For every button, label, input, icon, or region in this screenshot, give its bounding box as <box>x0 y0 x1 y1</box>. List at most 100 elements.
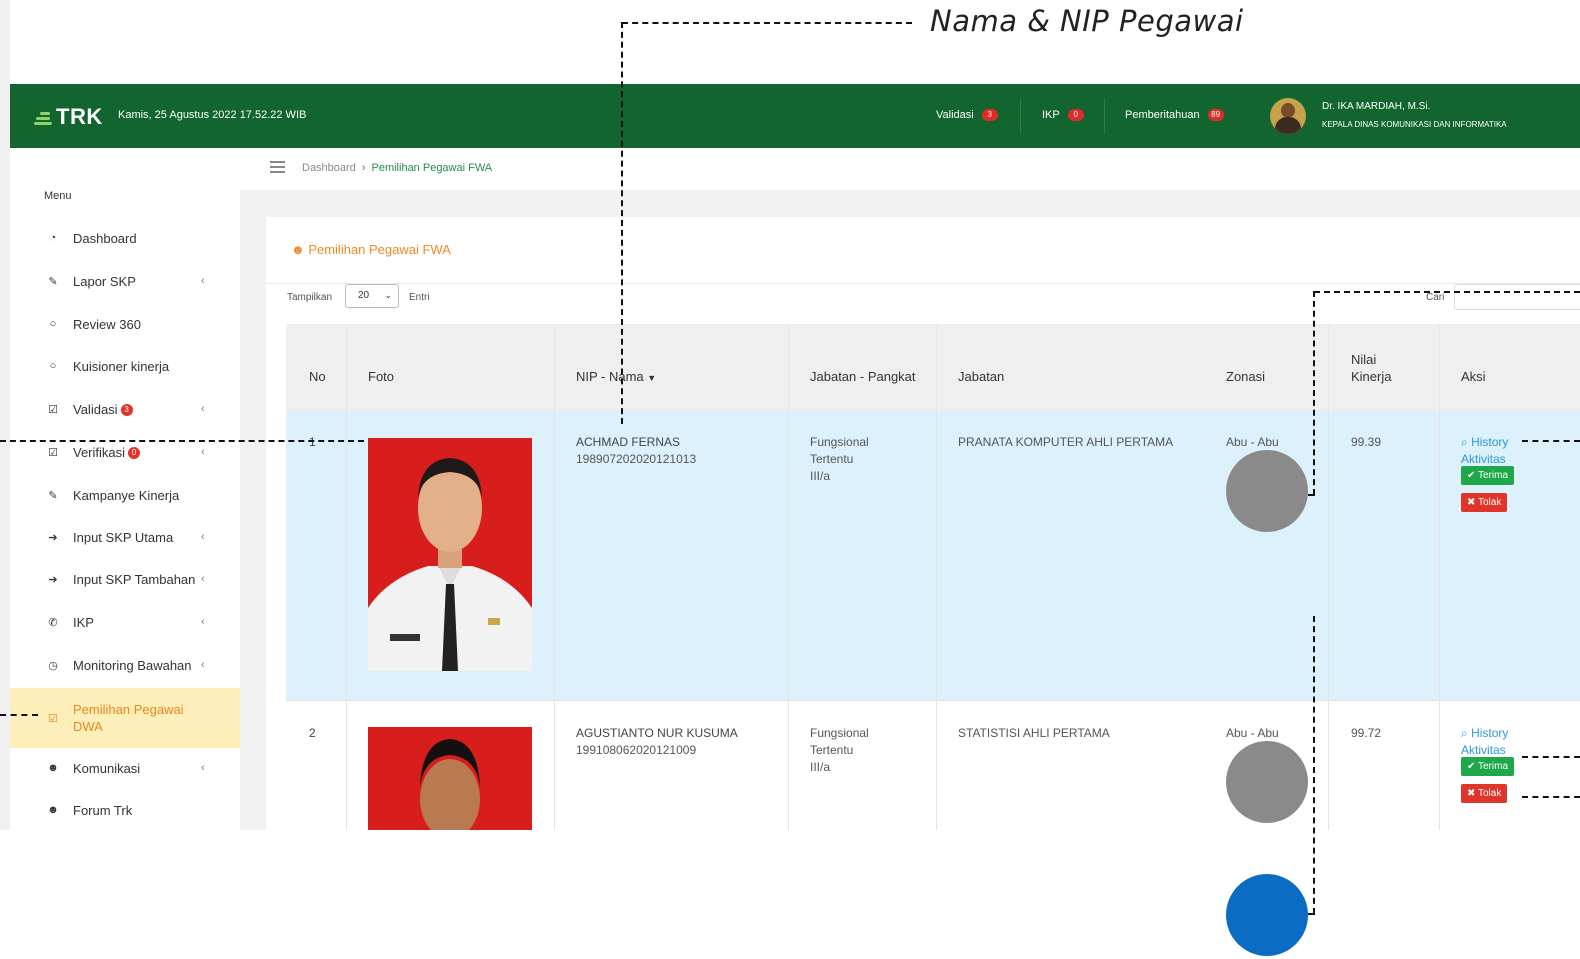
history-label: History <box>1471 726 1509 740</box>
employee-nip: 198907202020121013 <box>576 452 697 466</box>
employee-table: No Foto NIP - Nama ▼ Jabatan - Pangkat J… <box>286 324 1580 830</box>
jabatan: PRANATA KOMPUTER AHLI PERTAMA <box>958 435 1174 449</box>
page-size-select[interactable]: 20 ⌄ <box>345 284 399 308</box>
nav-pemberitahuan[interactable]: Pemberitahuan 89 <box>1125 109 1224 121</box>
sidebar-item[interactable]: ➔ Input SKP Tambahan ‹ <box>10 559 240 599</box>
header-jabatan[interactable]: Jabatan <box>958 369 1004 384</box>
search-label: Cari <box>1426 292 1445 303</box>
sidebar-item-text: Dashboard <box>73 230 137 246</box>
close-icon: ✖ <box>1467 788 1476 799</box>
jabatan-subtype: Tertentu <box>810 743 854 757</box>
history-label: History <box>1471 435 1509 449</box>
check-icon: ✔ <box>1467 761 1476 772</box>
jabatan: STATISTISI AHLI PERTAMA <box>958 726 1110 740</box>
panel-title-text: Pemilihan Pegawai FWA <box>308 242 451 257</box>
bullhorn-icon: ✆ <box>48 616 58 629</box>
app-logo[interactable]: TRK <box>34 104 103 130</box>
sidebar-item-text: Komunikasi <box>73 760 141 776</box>
breadcrumb-home[interactable]: Dashboard <box>302 162 356 174</box>
nav-pemberitahuan-label: Pemberitahuan <box>1125 109 1200 121</box>
table-row: 1 ACHMAD FERNAS 198907202020121013 Fungs… <box>286 410 1580 700</box>
table-header: No Foto NIP - Nama ▼ Jabatan - Pangkat J… <box>286 324 1580 410</box>
user-name[interactable]: Dr. IKA MARDIAH, M.Si. <box>1322 101 1430 112</box>
comment-icon: ○ <box>49 318 57 330</box>
sidebar-item[interactable]: ☑ Pemilihan Pegawai DWA <box>10 688 240 748</box>
sidebar-item[interactable]: ◷ Monitoring Bawahan ‹ <box>10 645 240 685</box>
sidebar-item[interactable]: ✎ Kampanye Kinerja <box>10 475 240 515</box>
header-nip-nama-label: NIP - Nama <box>576 369 644 384</box>
row-no: 2 <box>309 726 316 740</box>
accept-button[interactable]: ✔ Terima <box>1461 466 1515 485</box>
sidebar-item-text: IKP <box>73 614 94 630</box>
sidebar-item-text: Verifikasi <box>73 444 126 460</box>
annotation-line <box>1313 291 1315 495</box>
zonasi: Abu - Abu <box>1226 726 1279 740</box>
reject-button[interactable]: ✖ Tolak <box>1461 493 1508 512</box>
clock-icon: ◷ <box>48 659 58 672</box>
sidebar-item[interactable]: ◔ Dashboard <box>10 218 240 258</box>
search-icon: ⌕ <box>1461 726 1468 740</box>
validasi-badge: 3 <box>981 109 998 121</box>
user-avatar[interactable] <box>1270 98 1306 134</box>
annotation-line <box>1522 756 1580 758</box>
nav-divider <box>1020 99 1021 133</box>
accept-label: Terima <box>1478 470 1509 481</box>
sidebar-item-label: Validasi 3 <box>73 402 133 417</box>
table-row: 2 AGUSTIANTO NUR KUSUMA 1991080620201210… <box>286 700 1580 830</box>
panel-title: ☻ Pemilihan Pegawai FWA <box>291 242 451 257</box>
nav-ikp-label: IKP <box>1042 109 1060 121</box>
history-link[interactable]: ⌕ History Aktivitas <box>1461 725 1508 759</box>
chevron-left-icon: ‹ <box>201 616 205 628</box>
sidebar-item[interactable]: ○ Review 360 <box>10 304 240 344</box>
zone-indicator <box>1226 450 1308 532</box>
zone-indicator <box>1226 741 1308 823</box>
history-link[interactable]: ⌕ History Aktivitas <box>1461 434 1508 468</box>
header-jabatan-pangkat[interactable]: Jabatan - Pangkat <box>810 369 916 384</box>
arrow-right-icon: ➔ <box>48 531 58 544</box>
annotation-line <box>1308 913 1315 915</box>
breadcrumb-current: Pemilihan Pegawai FWA <box>371 162 493 174</box>
close-icon: ✖ <box>1467 497 1476 508</box>
users-icon: ☻ <box>291 242 305 257</box>
sidebar-item[interactable]: ○ Kuisioner kinerja <box>10 346 240 386</box>
header-no: No <box>309 369 326 384</box>
jabatan-pangkat: Fungsional Tertentu III/a <box>810 434 869 485</box>
sidebar-item[interactable]: ☑ Validasi 3 ‹ <box>10 389 240 429</box>
sidebar-item[interactable]: ✆ IKP ‹ <box>10 602 240 642</box>
sidebar-item[interactable]: ➔ Input SKP Utama ‹ <box>10 517 240 557</box>
check-square-icon: ☑ <box>48 403 58 416</box>
search-input[interactable] <box>1454 284 1580 310</box>
check-icon: ✔ <box>1467 470 1476 481</box>
users-icon: ☻ <box>47 804 59 816</box>
pemberitahuan-badge: 89 <box>1207 109 1224 121</box>
sidebar-item-text: Validasi <box>73 401 118 417</box>
header-nip-nama[interactable]: NIP - Nama ▼ <box>576 369 656 384</box>
page-left-strip <box>0 0 10 830</box>
chevron-left-icon: ‹ <box>201 762 205 774</box>
header-nilai-kinerja[interactable]: Nilai Kinerja <box>1351 351 1411 385</box>
sidebar-badge: 3 <box>120 404 133 417</box>
sidebar-item[interactable]: ☻ Komunikasi ‹ <box>10 748 240 788</box>
sidebar-item-text: Review 360 <box>73 316 141 332</box>
reject-label: Tolak <box>1478 497 1502 508</box>
accept-button[interactable]: ✔ Terima <box>1461 757 1515 776</box>
annotation-line <box>621 22 623 424</box>
sidebar-item[interactable]: ☑ Verifikasi 0 ‹ <box>10 432 240 472</box>
annotation-line <box>1314 291 1580 293</box>
nav-ikp[interactable]: IKP 0 <box>1042 109 1084 121</box>
header-zonasi[interactable]: Zonasi <box>1226 369 1265 384</box>
sidebar-item[interactable]: ☻ Forum Trk <box>10 790 240 830</box>
sidebar-item[interactable]: ✎ Lapor SKP ‹ <box>10 261 240 301</box>
sidebar-item-label: Komunikasi <box>73 761 140 776</box>
sidebar-item-text: Kuisioner kinerja <box>73 358 170 374</box>
jabatan-pangkat: Fungsional Tertentu III/a <box>810 725 869 776</box>
sidebar-item-text: Pemilihan Pegawai DWA <box>73 702 184 734</box>
nav-validasi[interactable]: Validasi 3 <box>936 109 998 121</box>
reject-button[interactable]: ✖ Tolak <box>1461 784 1508 803</box>
hamburger-menu-icon[interactable] <box>270 161 285 176</box>
pangkat: III/a <box>810 469 831 483</box>
annotation-line <box>0 440 364 442</box>
employee-nip-nama: AGUSTIANTO NUR KUSUMA 199108062020121009 <box>576 725 738 759</box>
logo-text: TRK <box>56 104 103 129</box>
breadcrumb-separator: › <box>361 162 366 174</box>
